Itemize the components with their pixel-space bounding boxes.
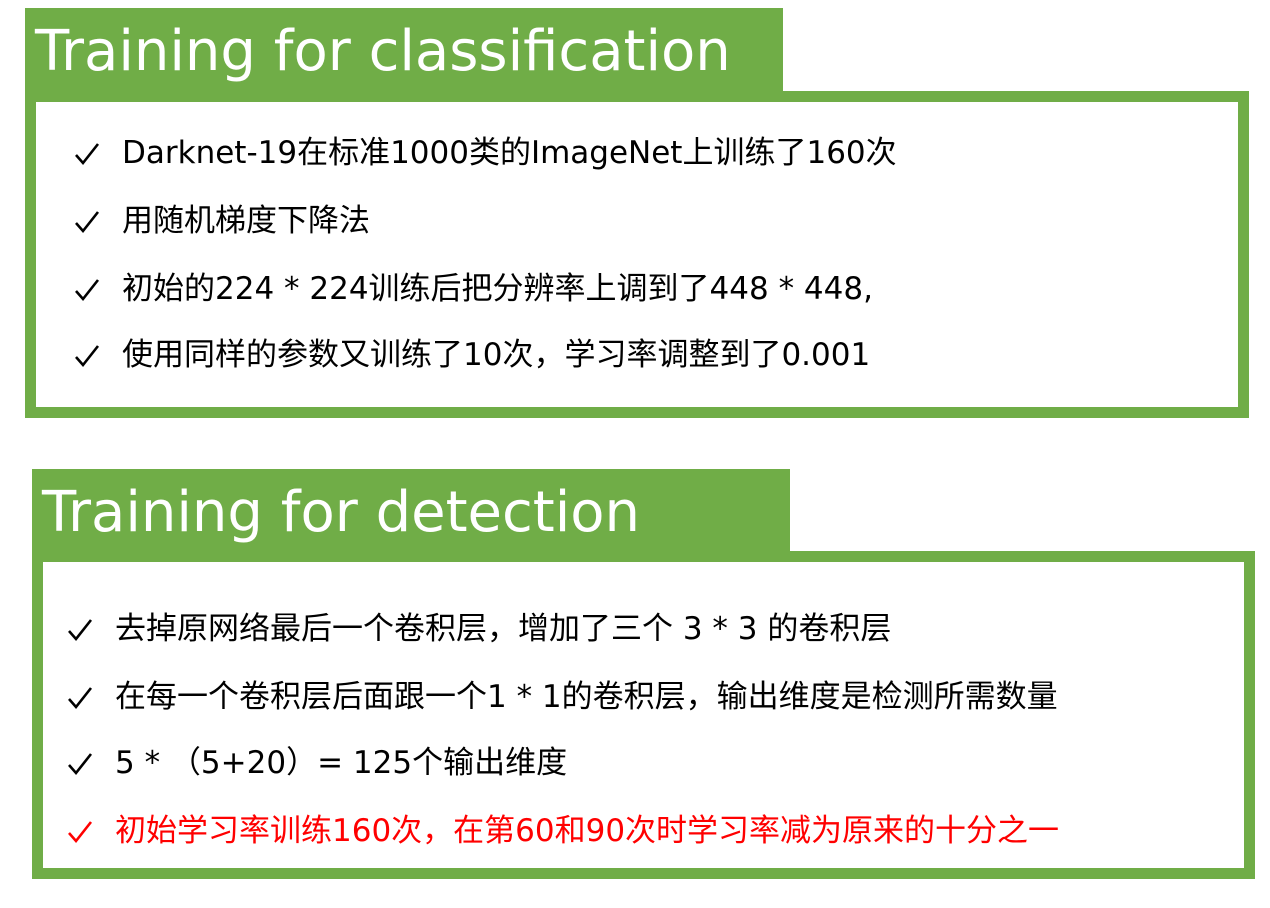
- detection-item-3: 5 * （5+20）= 125个输出维度: [67, 748, 567, 779]
- check-icon: [67, 819, 93, 845]
- check-icon: [74, 141, 100, 167]
- detection-item-1: 去掉原网络最后一个卷积层，增加了三个 3 * 3 的卷积层: [67, 614, 891, 645]
- classification-item-text: Darknet-19在标准1000类的ImageNet上训练了160次: [122, 135, 897, 171]
- check-icon: [74, 277, 100, 303]
- detection-item-4: 初始学习率训练160次，在第60和90次时学习率减为原来的十分之一: [67, 816, 1059, 847]
- classification-item-2: 用随机梯度下降法: [74, 206, 370, 237]
- classification-panel: Darknet-19在标准1000类的ImageNet上训练了160次 用随机梯…: [25, 91, 1249, 418]
- detection-item-text: 5 * （5+20）= 125个输出维度: [115, 745, 568, 781]
- check-icon: [74, 343, 100, 369]
- check-icon: [67, 617, 93, 643]
- classification-item-1: Darknet-19在标准1000类的ImageNet上训练了160次: [74, 138, 897, 169]
- check-icon: [67, 751, 93, 777]
- check-icon: [74, 209, 100, 235]
- detection-item-text: 去掉原网络最后一个卷积层，增加了三个 3 * 3 的卷积层: [115, 611, 892, 647]
- classification-item-text: 初始的224 * 224训练后把分辨率上调到了448 * 448,: [122, 271, 873, 307]
- classification-item-4: 使用同样的参数又训练了10次，学习率调整到了0.001: [74, 340, 870, 371]
- detection-list: 去掉原网络最后一个卷积层，增加了三个 3 * 3 的卷积层 在每一个卷积层后面跟…: [67, 562, 1247, 872]
- check-icon: [67, 685, 93, 711]
- classification-item-text: 用随机梯度下降法: [122, 203, 370, 239]
- classification-item-3: 初始的224 * 224训练后把分辨率上调到了448 * 448,: [74, 274, 873, 305]
- detection-title: Training for detection: [32, 469, 790, 553]
- detection-panel: 去掉原网络最后一个卷积层，增加了三个 3 * 3 的卷积层 在每一个卷积层后面跟…: [32, 551, 1255, 879]
- classification-item-text: 使用同样的参数又训练了10次，学习率调整到了0.001: [122, 337, 871, 373]
- detection-item-text: 在每一个卷积层后面跟一个1 * 1的卷积层，输出维度是检测所需数量: [115, 679, 1058, 715]
- detection-item-text: 初始学习率训练160次，在第60和90次时学习率减为原来的十分之一: [115, 813, 1060, 849]
- classification-title: Training for classification: [25, 8, 783, 94]
- classification-list: Darknet-19在标准1000类的ImageNet上训练了160次 用随机梯…: [74, 102, 1234, 402]
- detection-item-2: 在每一个卷积层后面跟一个1 * 1的卷积层，输出维度是检测所需数量: [67, 682, 1058, 713]
